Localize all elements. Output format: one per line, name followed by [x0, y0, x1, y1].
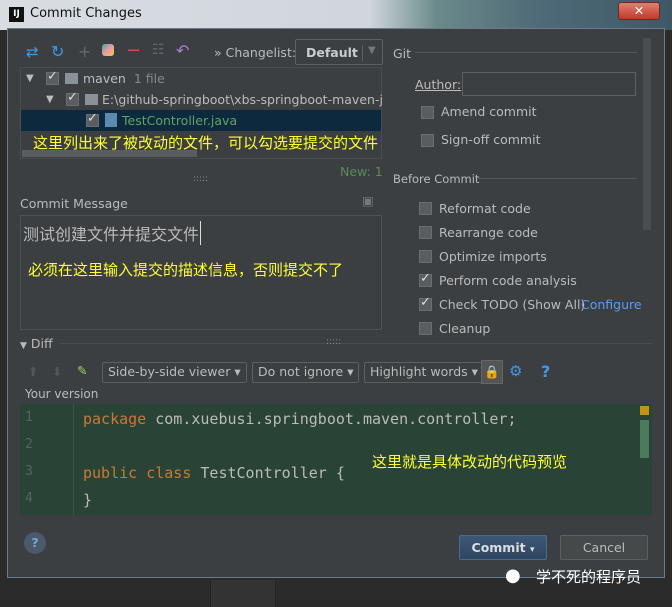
- chevron-down-icon: ▼: [362, 45, 376, 61]
- highlight-dropdown[interactable]: Highlight words ▾: [364, 362, 484, 383]
- signoff-checkbox[interactable]: [421, 134, 434, 147]
- diff-scrollbar[interactable]: [640, 420, 649, 458]
- line-number: 4: [25, 491, 33, 506]
- changelist-dropdown[interactable]: Default ▼: [295, 39, 383, 65]
- background-divider: [210, 580, 276, 607]
- divider: [60, 343, 652, 344]
- amend-label: Amend commit: [441, 104, 537, 119]
- your-version-label: Your version: [25, 387, 99, 401]
- app-logo: IJ: [9, 7, 24, 22]
- before-commit-checkbox[interactable]: [419, 226, 432, 239]
- gutter-divider: [73, 404, 74, 515]
- line-number: 3: [25, 464, 33, 479]
- tree-checkbox[interactable]: [46, 69, 59, 85]
- expand-icon[interactable]: ▼: [26, 73, 34, 84]
- tree-item-label: TestController.java: [122, 113, 238, 128]
- divider: [478, 178, 637, 179]
- before-commit-checkbox[interactable]: [419, 202, 432, 215]
- commit-message-label: Commit Message: [20, 196, 128, 211]
- before-commit-label: Perform code analysis: [439, 273, 577, 288]
- ignore-dropdown[interactable]: Do not ignore ▾: [252, 362, 360, 383]
- tree-checkbox[interactable]: [66, 90, 79, 106]
- amend-checkbox[interactable]: [421, 106, 434, 119]
- refresh-icon[interactable]: ↻: [51, 42, 64, 61]
- module-icon: [65, 73, 78, 84]
- changelist-label: » Changelist:: [214, 45, 297, 60]
- vertical-scrollbar[interactable]: [643, 38, 651, 230]
- help-button[interactable]: ?: [24, 532, 46, 554]
- move-changelist-icon[interactable]: [102, 44, 114, 56]
- java-file-icon: [105, 113, 117, 127]
- line-number: 1: [25, 410, 33, 425]
- git-section-title: Git: [393, 46, 412, 61]
- new-count: New: 1: [340, 164, 383, 179]
- diff-icon[interactable]: ⇄: [26, 43, 39, 61]
- code-line: public class TestController {: [83, 464, 345, 482]
- before-commit-checkbox[interactable]: [419, 250, 432, 263]
- diff-toggle[interactable]: ▼ Diff: [20, 336, 53, 351]
- commit-button[interactable]: Commit ▾: [459, 535, 547, 560]
- before-commit-label: Reformat code: [439, 201, 531, 216]
- before-commit-label: Rearrange code: [439, 225, 538, 240]
- author-label: Author:: [415, 77, 462, 92]
- line-number: 2: [25, 437, 33, 452]
- group-icon[interactable]: ☷: [152, 42, 165, 58]
- divider: [415, 52, 637, 53]
- title-bar: IJ Commit Changes ✕: [0, 0, 672, 30]
- add-icon[interactable]: +: [78, 42, 91, 61]
- lock-icon[interactable]: 🔒: [481, 360, 503, 384]
- close-icon: ✕: [633, 3, 645, 18]
- before-commit-checkbox[interactable]: [419, 322, 432, 335]
- signoff-label: Sign-off commit: [441, 132, 541, 147]
- splitter-handle[interactable]: :::::: [193, 174, 208, 184]
- configure-link[interactable]: Configure: [581, 297, 642, 312]
- history-icon[interactable]: ▣: [362, 193, 374, 208]
- splitter-handle[interactable]: :::::: [326, 337, 341, 347]
- horizontal-scrollbar[interactable]: [22, 150, 197, 157]
- before-commit-label: Cleanup: [439, 321, 491, 336]
- code-line: }: [83, 491, 93, 509]
- expand-icon[interactable]: ▼: [46, 94, 54, 105]
- tree-item[interactable]: E:\github-springboot\xbs-springboot-mave…: [102, 92, 382, 107]
- wechat-icon: ●: [505, 565, 521, 586]
- close-button[interactable]: ✕: [618, 2, 660, 20]
- watermark: 学不死的程序员: [536, 568, 642, 586]
- before-commit-checkbox[interactable]: [419, 271, 432, 287]
- author-input[interactable]: [462, 72, 636, 96]
- chevron-down-icon: ▾: [529, 545, 535, 555]
- cancel-button[interactable]: Cancel: [560, 535, 648, 560]
- annotation-message: 必须在这里输入提交的描述信息，否则提交不了: [28, 261, 344, 279]
- gear-icon[interactable]: ⚙: [509, 362, 522, 380]
- before-commit-label: Check TODO (Show All): [439, 297, 586, 312]
- window-title: Commit Changes: [30, 6, 142, 21]
- before-commit-title: Before Commit: [393, 172, 480, 186]
- tree-item[interactable]: maven 1 file: [83, 71, 165, 86]
- before-commit-label: Optimize imports: [439, 249, 547, 264]
- change-marker: [640, 406, 649, 415]
- folder-icon: [85, 94, 98, 105]
- next-diff-icon[interactable]: ⬇: [52, 364, 62, 379]
- rollback-icon[interactable]: ↶: [176, 41, 189, 60]
- annotation-diff: 这里就是具体改动的代码预览: [372, 453, 568, 471]
- remove-icon[interactable]: −: [126, 40, 141, 61]
- code-line: package com.xuebusi.springboot.maven.con…: [83, 410, 517, 428]
- tree-checkbox[interactable]: [86, 111, 99, 127]
- edit-source-icon[interactable]: ✎: [77, 363, 87, 378]
- help-icon[interactable]: ?: [541, 362, 550, 381]
- before-commit-checkbox[interactable]: [419, 295, 432, 311]
- prev-diff-icon[interactable]: ⬆: [28, 364, 38, 379]
- viewer-dropdown[interactable]: Side-by-side viewer ▾: [102, 362, 247, 383]
